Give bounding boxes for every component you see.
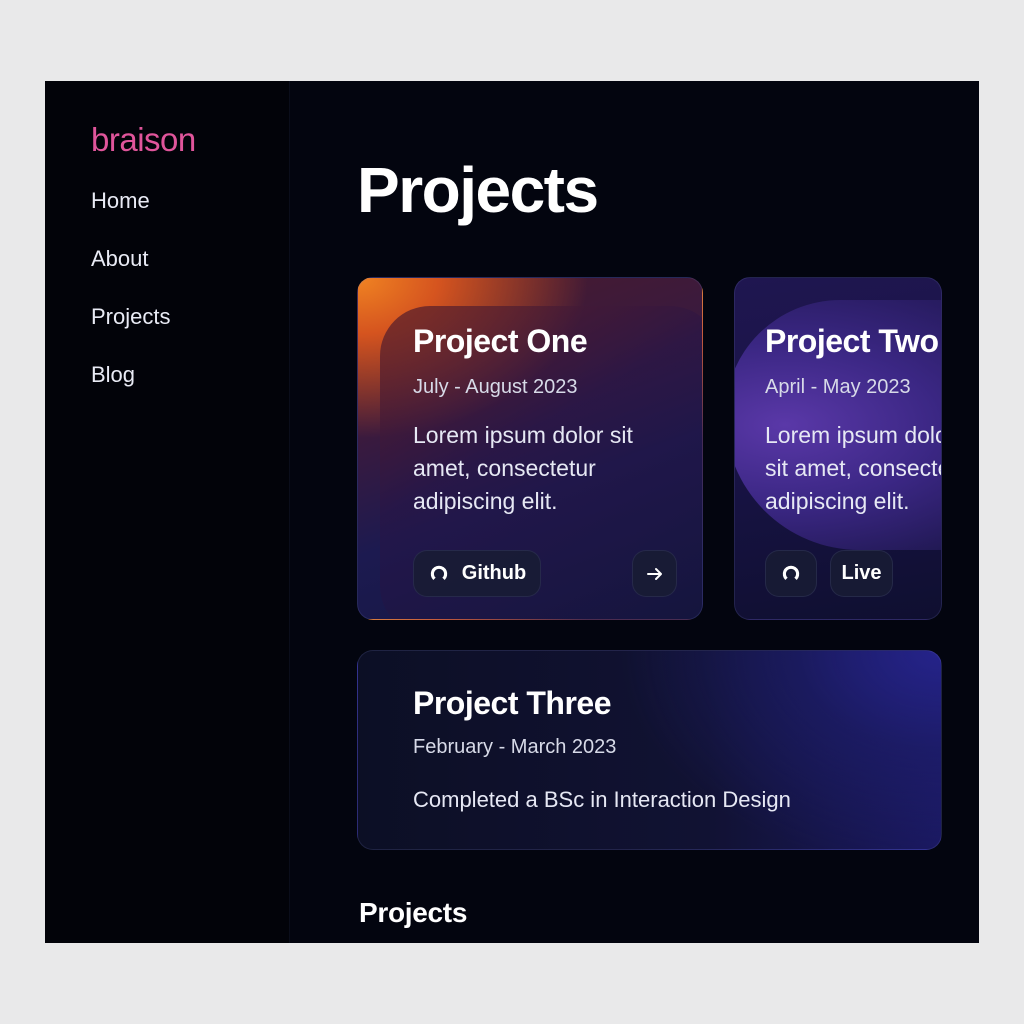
github-icon [428, 563, 450, 585]
project-title: Project Three [413, 685, 612, 721]
nav-item-home[interactable]: Home [91, 189, 289, 247]
github-button[interactable]: Github [413, 550, 541, 597]
project-card-three[interactable]: Project Three February - March 2023 Comp… [357, 650, 942, 850]
github-icon [780, 563, 802, 585]
live-button-label: Live [841, 562, 882, 584]
project-title: Project Two [765, 323, 939, 359]
project-date: April - May 2023 [765, 376, 911, 398]
live-button[interactable]: Live [830, 550, 893, 597]
card-actions: Live [765, 550, 915, 598]
nav-item-projects[interactable]: Projects [91, 305, 289, 363]
project-date: February - March 2023 [413, 736, 617, 758]
sidebar: braison Home About Projects Blog [45, 81, 290, 943]
project-date: July - August 2023 [413, 376, 578, 398]
sidebar-nav: Home About Projects Blog [91, 189, 289, 421]
project-title: Project One [413, 323, 588, 359]
section-title: Projects [359, 897, 468, 928]
open-project-button[interactable] [632, 550, 677, 597]
arrow-right-icon [645, 564, 665, 584]
logo[interactable]: braison [91, 121, 289, 159]
card-content: Project One July - August 2023 Lorem ips… [413, 323, 702, 518]
nav-item-blog[interactable]: Blog [91, 363, 289, 421]
nav-item-about[interactable]: About [91, 247, 289, 305]
page-title: Projects [357, 154, 599, 226]
card-content: Project Three February - March 2023 Comp… [413, 685, 941, 816]
main-content: Projects Project One July - August 2023 … [290, 81, 979, 943]
project-description: Lorem ipsum dolor sit amet, consectetur … [413, 422, 633, 514]
app-window: braison Home About Projects Blog Project… [45, 81, 979, 943]
card-content: Project Two April - May 2023 Lorem ipsum… [765, 323, 941, 518]
project-description: Completed a BSc in Interaction Design [413, 787, 791, 812]
description-line: adipiscing elit. [765, 488, 910, 514]
project-card-two[interactable]: Project Two April - May 2023 Lorem ipsum… [734, 277, 942, 620]
project-description: Lorem ipsum dolor sit amet, consectetur … [765, 419, 942, 518]
github-button[interactable] [765, 550, 817, 597]
description-line: Lorem ipsum dolor [765, 422, 942, 448]
description-line: sit amet, consectetur [765, 455, 941, 481]
project-card-one[interactable]: Project One July - August 2023 Lorem ips… [357, 277, 703, 620]
card-actions: Github [413, 550, 677, 598]
github-button-label: Github [461, 562, 527, 584]
